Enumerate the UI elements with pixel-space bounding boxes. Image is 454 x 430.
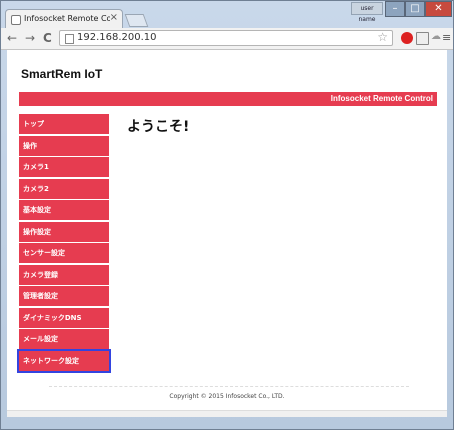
address-bar[interactable]: 192.168.200.10 ☆	[59, 30, 393, 46]
site-title: SmartRem IoT	[21, 67, 103, 81]
sidebar-item[interactable]: ダイナミックDNS	[19, 307, 109, 328]
sidebar-item[interactable]: ネットワーク設定	[17, 348, 111, 373]
sidebar-item[interactable]: カメラ登録	[19, 264, 109, 285]
url-text[interactable]: 192.168.200.10	[77, 32, 157, 43]
footer-divider	[49, 386, 409, 387]
browser-toolbar: ← → C 192.168.200.10 ☆ ☁ ≡	[1, 28, 453, 50]
page-bottom-edge	[7, 410, 447, 417]
sidebar-item[interactable]: トップ	[19, 114, 109, 134]
banner-text: Infosocket Remote Control	[330, 94, 433, 103]
download-extension-icon[interactable]	[416, 32, 429, 45]
welcome-heading: ようこそ!	[127, 119, 190, 135]
browser-window: Infosocket Remote Con × user name – □ ✕ …	[0, 0, 454, 430]
cloud-extension-icon[interactable]: ☁	[431, 31, 441, 42]
sidebar-nav: トップ 操作 カメラ1 カメラ2 基本設定 操作設定 センサー設定 カメラ登録 管理者設定 ダイナ…	[17, 114, 111, 373]
profile-button[interactable]: user name	[351, 2, 383, 23]
page-favicon-icon	[11, 15, 21, 25]
page-viewport: SmartRem IoT Infosocket Remote Control ト…	[7, 50, 447, 410]
sidebar-item[interactable]: カメラ1	[19, 157, 109, 177]
tab-title: Infosocket Remote Con	[24, 14, 110, 23]
red-extension-icon[interactable]	[401, 32, 413, 44]
header-banner: Infosocket Remote Control	[19, 92, 437, 106]
sidebar-item[interactable]: 操作	[19, 135, 109, 156]
sidebar-item[interactable]: 管理者設定	[19, 286, 109, 306]
forward-button[interactable]: →	[25, 30, 35, 46]
new-tab-button[interactable]	[124, 14, 149, 27]
copyright-text: Copyright © 2015 Infosocket Co., LTD.	[169, 393, 285, 400]
close-window-button[interactable]: ✕	[425, 1, 452, 17]
reload-button[interactable]: C	[43, 30, 52, 46]
menu-icon[interactable]: ≡	[442, 31, 451, 44]
sidebar-item[interactable]: カメラ2	[19, 178, 109, 199]
maximize-button[interactable]: □	[405, 1, 425, 17]
sidebar-item[interactable]: センサー設定	[19, 243, 109, 263]
tab-active[interactable]: Infosocket Remote Con ×	[5, 9, 123, 29]
sidebar-item[interactable]: メール設定	[19, 329, 109, 349]
minimize-button[interactable]: –	[385, 1, 405, 17]
sidebar-item[interactable]: 基本設定	[19, 200, 109, 220]
page-icon	[65, 34, 74, 44]
bookmark-star-icon[interactable]: ☆	[377, 30, 388, 44]
tab-close-icon[interactable]: ×	[110, 12, 118, 23]
title-bar[interactable]: Infosocket Remote Con × user name – □ ✕	[1, 1, 453, 29]
back-button[interactable]: ←	[7, 30, 17, 46]
sidebar-item[interactable]: 操作設定	[19, 221, 109, 242]
